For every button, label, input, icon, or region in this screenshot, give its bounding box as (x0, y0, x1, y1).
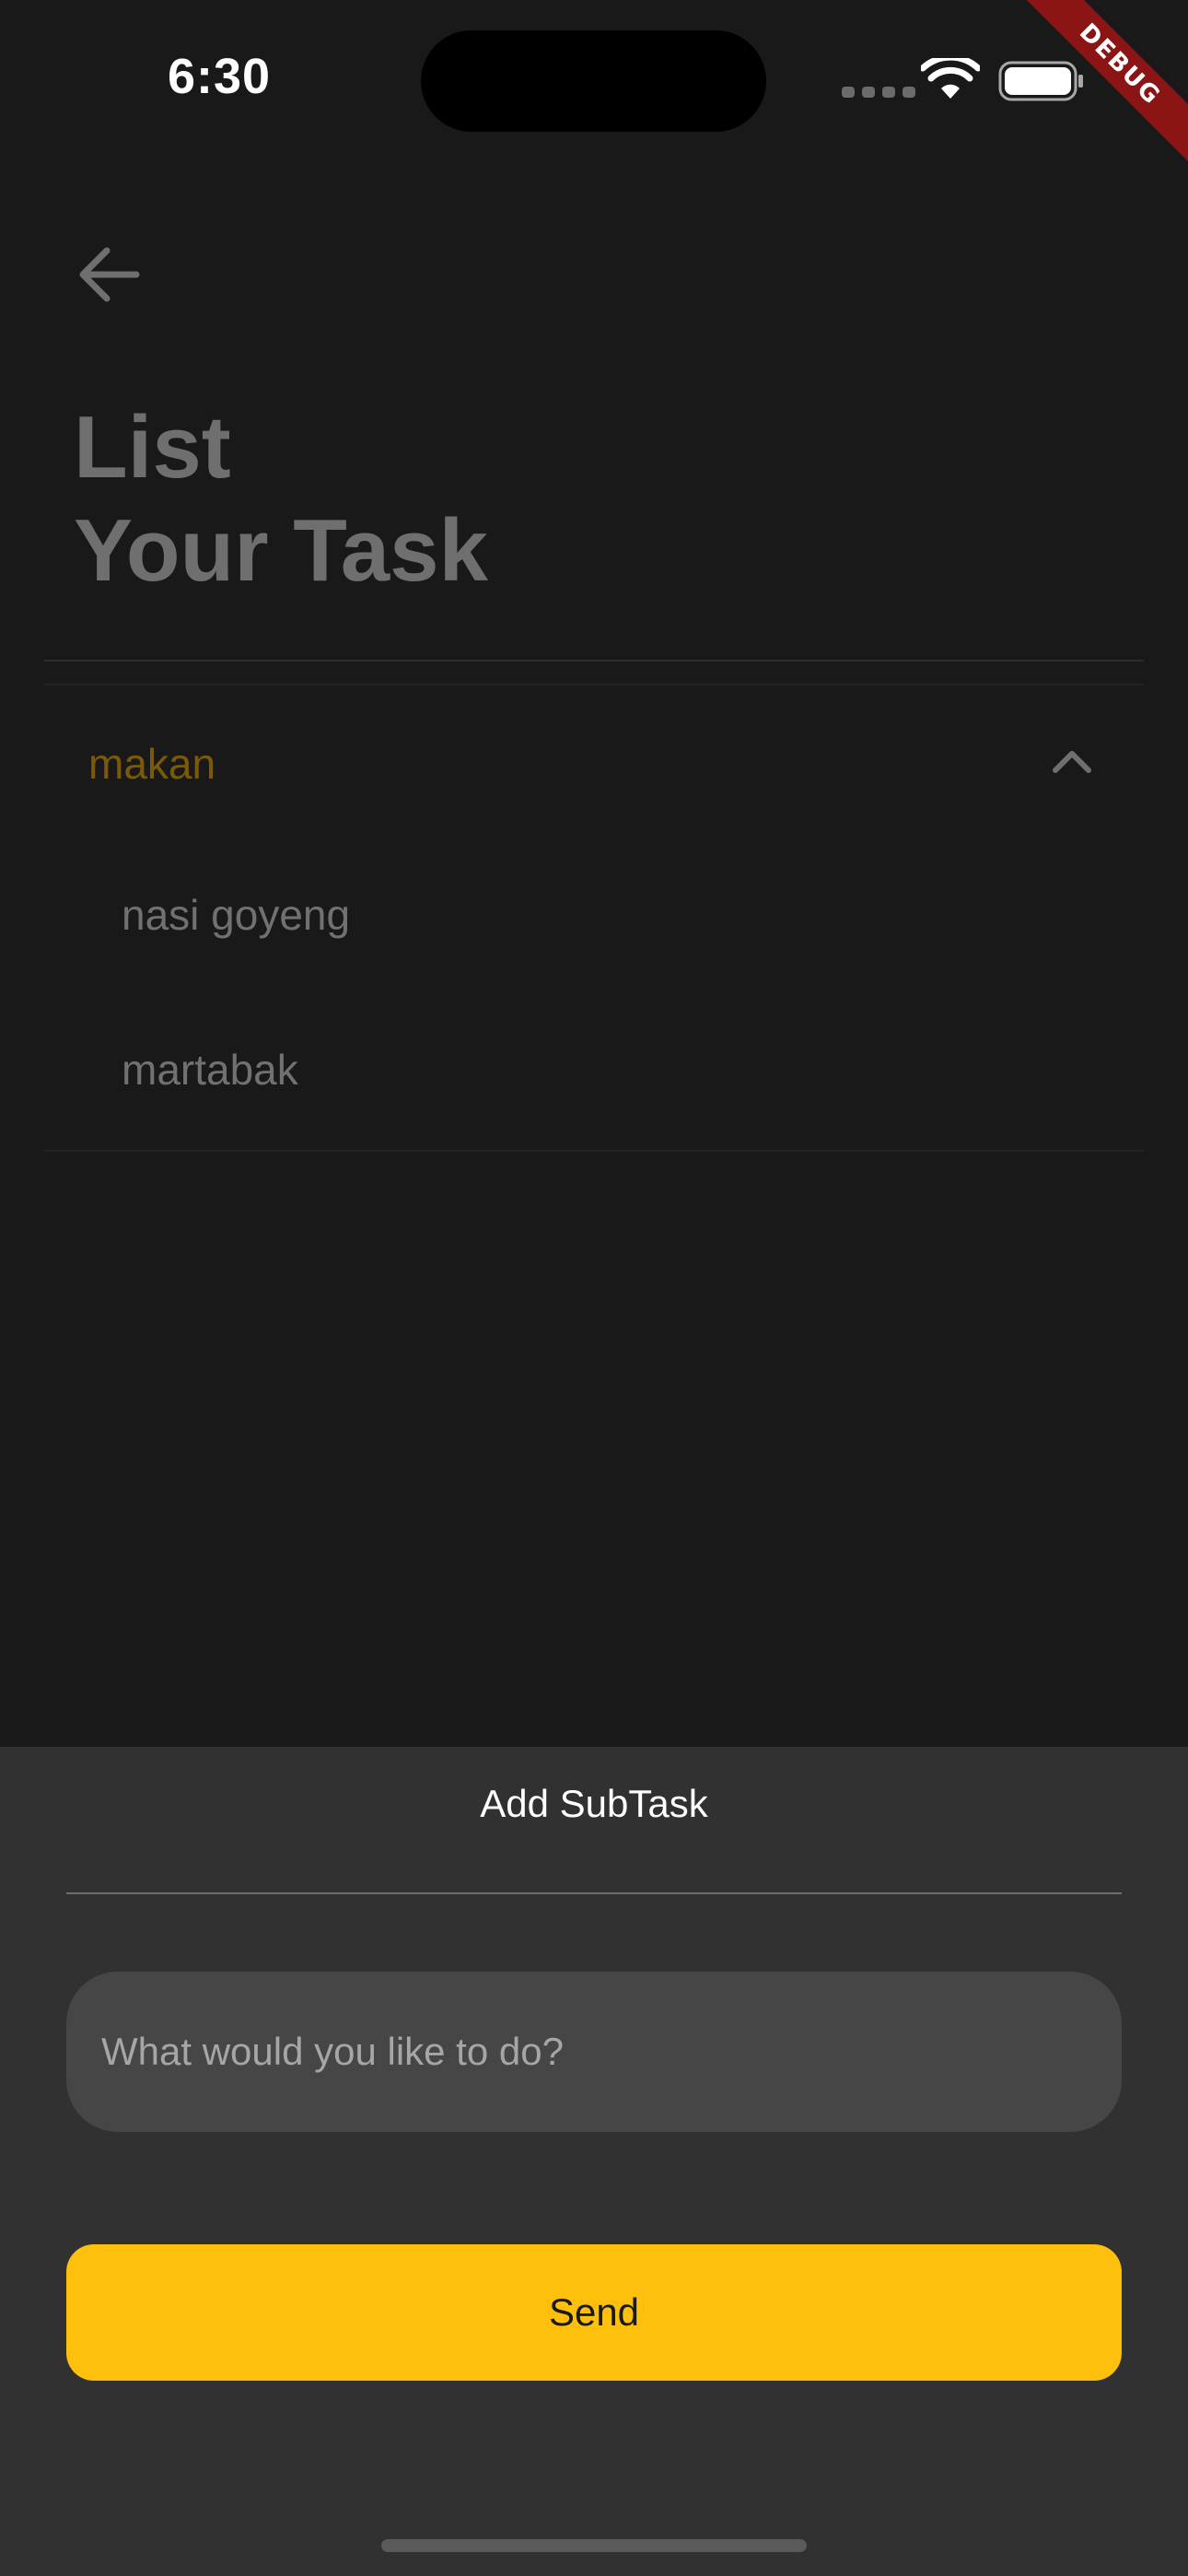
task-group-label: makan (88, 740, 216, 788)
divider (44, 660, 1144, 662)
arrow-left-icon (79, 247, 140, 302)
cellular-signal-icon (842, 87, 915, 98)
back-button[interactable] (72, 238, 146, 311)
sheet-divider (66, 1892, 1122, 1894)
screen: 6:30 DEBUG List Your Task makan nasi goy… (0, 0, 1188, 2576)
divider (44, 684, 1144, 685)
dynamic-island (421, 30, 766, 132)
home-indicator (381, 2539, 807, 2552)
battery-icon (998, 61, 1083, 101)
subtask-input[interactable] (66, 1972, 1122, 2132)
sheet-title: Add SubTask (480, 1782, 708, 1825)
status-time: 6:30 (168, 49, 272, 104)
subtask-item[interactable]: martabak (122, 1045, 298, 1095)
page-title: List Your Task (74, 396, 488, 603)
subtask-item[interactable]: nasi goyeng (122, 890, 350, 940)
add-subtask-sheet: Add SubTask Send (0, 1747, 1188, 2576)
task-group-header[interactable]: makan (44, 709, 1144, 820)
wifi-icon (921, 58, 980, 99)
chevron-up-icon[interactable] (1050, 743, 1094, 779)
page-title-line-2: Your Task (74, 501, 488, 600)
send-button[interactable]: Send (66, 2244, 1122, 2381)
divider (44, 1150, 1144, 1152)
page-title-line-1: List (74, 398, 231, 497)
